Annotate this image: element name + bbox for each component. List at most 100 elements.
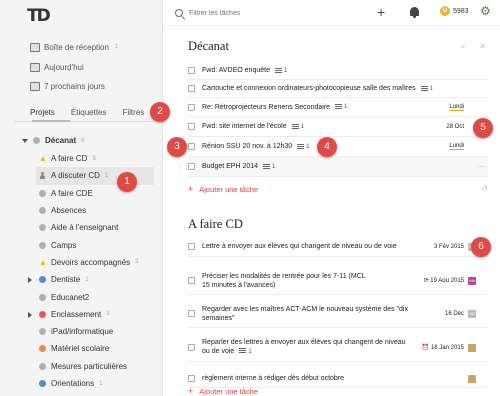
assignee-avatar[interactable]: HM (468, 276, 476, 285)
annotation-marker-2: 2 (150, 102, 170, 122)
karma-display[interactable]: U 5983 (440, 6, 469, 16)
add-task-button[interactable]: + Ajouter une tâche (188, 386, 258, 396)
task-checkbox[interactable] (188, 103, 195, 111)
note-count: 1 (300, 123, 304, 130)
task-checkbox[interactable] (188, 277, 195, 284)
task-checkbox[interactable] (188, 344, 195, 351)
task-due-date[interactable]: 16 Déc (445, 311, 464, 317)
sidebar-item-educanet2[interactable]: Educanet2 (36, 288, 154, 305)
sidebar-item-ipad-informatique[interactable]: iPad/informatique (36, 323, 154, 340)
share-icon[interactable]: < (461, 42, 466, 51)
note-icon[interactable] (297, 143, 305, 150)
task-due-date[interactable]: 28 Oct (446, 124, 464, 130)
tab-labels[interactable]: Étiquettes (71, 108, 107, 117)
chevron-right-icon[interactable] (28, 277, 32, 284)
filter-inbox[interactable]: Boîte de réception 1 (30, 40, 118, 54)
filter-today[interactable]: Aujourd'hui (30, 60, 84, 74)
project-color-dot (39, 328, 46, 336)
sidebar-item-mesures-particulieres[interactable]: Mesures particulières (36, 358, 154, 375)
assignee-avatar[interactable] (468, 374, 476, 383)
add-task-plus-icon[interactable]: + (377, 4, 385, 20)
task-checkbox[interactable] (188, 67, 195, 74)
note-icon[interactable] (335, 104, 343, 110)
task-due-date[interactable]: Lundi (449, 104, 464, 111)
search-input[interactable] (189, 6, 339, 20)
gear-icon[interactable]: ⚙ (480, 4, 491, 18)
task-checkbox[interactable] (188, 85, 195, 92)
task-name: Cartouche et connexion ordinateurs-photo… (202, 85, 416, 92)
collapse-icon[interactable]: ✕ (479, 42, 486, 51)
task-checkbox[interactable] (188, 123, 195, 130)
project-label: Enclassement (51, 309, 102, 319)
tab-projects[interactable]: Projets (30, 108, 55, 117)
project-color-dot (39, 241, 46, 249)
filter-next-7-days[interactable]: 7 prochains jours (30, 79, 105, 93)
project-label: A faire CDE (51, 188, 93, 198)
sidebar-item-camps[interactable]: Camps (36, 236, 154, 253)
task-row[interactable]: Regarder avec les maîtres ACT-ACM le nou… (188, 300, 488, 328)
task-row[interactable]: Fwd: AVDEO enquête 1 (188, 62, 488, 80)
project-decanat[interactable]: Décanat 6 (22, 136, 84, 145)
task-row[interactable]: Cartouche et connexion ordinateurs-photo… (188, 80, 488, 98)
sidebar-item-absences[interactable]: Absences (36, 202, 154, 219)
sidebar-item-orientations[interactable]: Orientations 1 (36, 375, 154, 392)
task-name: Re: Rétroprojecteurs Renens Secondaire (202, 103, 331, 111)
sidebar-item-devoirs-accompagnes[interactable]: ▲ Devoirs accompagnés 3 (36, 254, 154, 271)
task-row[interactable]: Reparler des lettres à envoyer aux élève… (188, 334, 488, 362)
note-icon[interactable] (263, 163, 271, 170)
task-name: Budget EPH 2014 (202, 163, 259, 170)
more-options-icon[interactable]: ··· (477, 162, 485, 171)
task-due-date[interactable]: Lundi (449, 143, 464, 150)
task-row[interactable]: Fwd: site internet de l'école 1 28 Oct (188, 117, 488, 137)
project-label: Absences (51, 206, 87, 216)
project-label: Matériel scolaire (51, 344, 110, 354)
annotation-marker-5: 5 (473, 118, 493, 138)
task-due-date[interactable]: 3 Fév 2015 (434, 244, 464, 250)
sidebar-item-a-faire-cde[interactable]: A faire CDE (36, 185, 154, 202)
note-icon[interactable] (420, 85, 428, 92)
note-icon[interactable] (239, 348, 247, 355)
task-checkbox[interactable] (188, 243, 195, 250)
assignee-avatar[interactable] (468, 343, 476, 352)
project-label: Dentiste (51, 275, 81, 285)
task-checkbox[interactable] (188, 375, 195, 382)
note-count: 1 (248, 349, 252, 355)
task-due-date-wrap[interactable]: ⟳ 19 Aou 2015 (424, 277, 464, 284)
sidebar-tabs: Projets Étiquettes Filtres (30, 108, 144, 117)
sidebar-item-dentiste[interactable]: Dentiste 1 (28, 271, 154, 288)
task-due-date: 19 Aou 2015 (430, 278, 464, 284)
tab-filters[interactable]: Filtres (122, 108, 144, 117)
sidebar-item-materiel-scolaire[interactable]: Matériel scolaire (36, 340, 154, 357)
note-count: 1 (306, 143, 310, 150)
drag-handle-icon[interactable]: ⋮⋮ (176, 163, 190, 171)
task-checkbox[interactable] (188, 143, 195, 150)
filter-next-7-days-label: 7 prochains jours (44, 81, 105, 91)
assignee-avatar[interactable]: MJ (468, 309, 476, 318)
task-row[interactable]: ⋮⋮ Budget EPH 2014 1 ··· (176, 157, 488, 177)
sidebar-item-enclassement[interactable]: Enclassement 3 (28, 306, 154, 323)
task-checkbox[interactable] (188, 310, 195, 317)
star-icon: ▲ (39, 257, 47, 267)
sidebar-item-a-faire-cd[interactable]: ▲ A faire CD 5 (36, 150, 154, 167)
task-row[interactable]: Préciser les modalités de rentrée pour l… (188, 267, 488, 295)
history-icon[interactable]: ↺ (481, 184, 488, 193)
note-icon[interactable] (291, 123, 299, 130)
chevron-down-icon[interactable] (22, 138, 28, 143)
filter-inbox-count: 1 (114, 44, 119, 50)
project-label: A discuter CD (51, 171, 100, 181)
sidebar-item-aide-enseignant[interactable]: Aide à l'enseignant (36, 219, 154, 236)
chevron-right-icon[interactable] (28, 311, 32, 318)
task-due-date-wrap[interactable]: ⏰ 16 Jan 2015 (422, 344, 464, 351)
annotation-marker-4: 4 (317, 137, 337, 157)
add-task-button[interactable]: + Ajouter une tâche (188, 184, 258, 194)
task-due-date: 16 Jan 2015 (430, 345, 464, 351)
task-name: Rénion SSU 20 nov. à 12h30 (202, 143, 293, 150)
note-icon[interactable] (274, 67, 282, 74)
annotation-marker-3: 3 (167, 137, 187, 157)
project-color-dot (39, 276, 46, 284)
bell-icon[interactable] (410, 7, 419, 18)
task-row[interactable]: Lettre à envoyer aux élèves qui changent… (188, 237, 488, 257)
task-row[interactable]: Rénion SSU 20 nov. à 12h30 1 Lundi (188, 137, 488, 157)
task-row[interactable]: Re: Rétroprojecteurs Renens Secondaire 1… (188, 98, 488, 117)
sidebar: TD Boîte de réception 1 Aujourd'hui 7 pr… (0, 0, 163, 396)
